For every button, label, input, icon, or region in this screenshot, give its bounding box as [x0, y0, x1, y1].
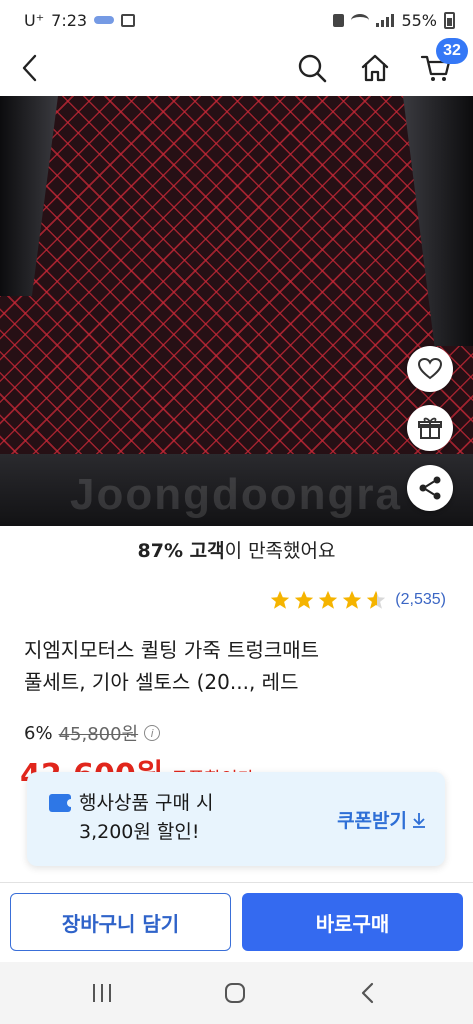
satisfaction-percent: 87% 고객 [137, 540, 225, 562]
clock: 7:23 [51, 10, 88, 30]
product-title-line: 지엠지모터스 퀼팅 가죽 트렁크매트 [24, 638, 320, 662]
back-nav-button[interactable] [346, 976, 390, 1010]
star-half-icon [367, 590, 386, 609]
search-button[interactable] [290, 46, 334, 90]
download-icon [413, 812, 425, 828]
product-title-line: 풀세트, 기아 셀토스 (20..., 레드 [24, 670, 299, 694]
battery-percent: 55% [401, 10, 437, 30]
status-bar: U⁺ 7:23 55% [0, 0, 473, 40]
coupon-toast[interactable]: 행사상품 구매 시 3,200원 할인! 쿠폰받기 [27, 772, 445, 866]
star-full-icon [319, 590, 338, 609]
heart-icon [417, 357, 443, 380]
product-image[interactable]: Joongdoongra [0, 96, 473, 526]
gift-button[interactable] [407, 405, 453, 451]
search-icon [298, 54, 327, 83]
lock-icon [333, 13, 345, 27]
carrier-label: U⁺ [24, 10, 45, 30]
star-full-icon [271, 590, 290, 609]
wifi-icon [351, 13, 370, 27]
rating-summary[interactable]: (2,535) [269, 589, 446, 611]
product-title: 지엠지모터스 퀼팅 가죽 트렁크매트 풀세트, 기아 셀토스 (20..., 레… [24, 634, 454, 698]
wishlist-button[interactable] [407, 346, 453, 392]
coupon-message: 행사상품 구매 시 3,200원 할인! [79, 789, 213, 847]
review-count-link[interactable]: (2,535) [395, 591, 446, 609]
star-full-icon [343, 590, 362, 609]
gallery-icon [121, 13, 136, 27]
image-watermark: Joongdoongra [70, 470, 402, 519]
purchase-bar: 장바구니 담기 바로구매 [0, 882, 473, 958]
info-icon[interactable]: i [144, 725, 161, 741]
recent-apps-icon [93, 984, 111, 1002]
back-button[interactable] [8, 46, 52, 90]
back-chevron-icon [361, 982, 374, 1004]
get-coupon-label: 쿠폰받기 [337, 810, 407, 832]
gift-icon [418, 417, 442, 439]
cart-count-badge: 32 [436, 38, 468, 64]
home-square-icon [225, 983, 245, 1003]
add-to-cart-button[interactable]: 장바구니 담기 [10, 893, 231, 951]
app-header [0, 40, 473, 96]
share-button[interactable] [407, 465, 453, 511]
discount-rate: 6% [24, 722, 53, 744]
coupon-message-line: 3,200원 할인! [79, 821, 200, 843]
recent-apps-button[interactable] [80, 976, 124, 1010]
get-coupon-button[interactable]: 쿠폰받기 [337, 806, 427, 833]
home-icon [361, 54, 389, 82]
star-full-icon [295, 590, 314, 609]
satisfaction-text: 이 만족했어요 [224, 540, 336, 562]
chevron-left-icon [22, 54, 37, 82]
buy-now-button[interactable]: 바로구매 [242, 893, 463, 951]
share-icon [419, 476, 441, 500]
original-price: 45,800원 [58, 724, 139, 745]
home-button[interactable] [353, 46, 397, 90]
home-nav-button[interactable] [213, 976, 257, 1010]
battery-icon [444, 11, 455, 29]
coupon-message-line: 행사상품 구매 시 [79, 792, 214, 814]
notification-icon [94, 16, 115, 24]
system-nav-bar [0, 962, 473, 1024]
coupon-icon [49, 794, 75, 812]
satisfaction-summary: 87% 고객이 만족했어요 [0, 536, 473, 563]
signal-icon [376, 13, 395, 27]
price-original-row: 6% 45,800원 i [24, 720, 161, 746]
